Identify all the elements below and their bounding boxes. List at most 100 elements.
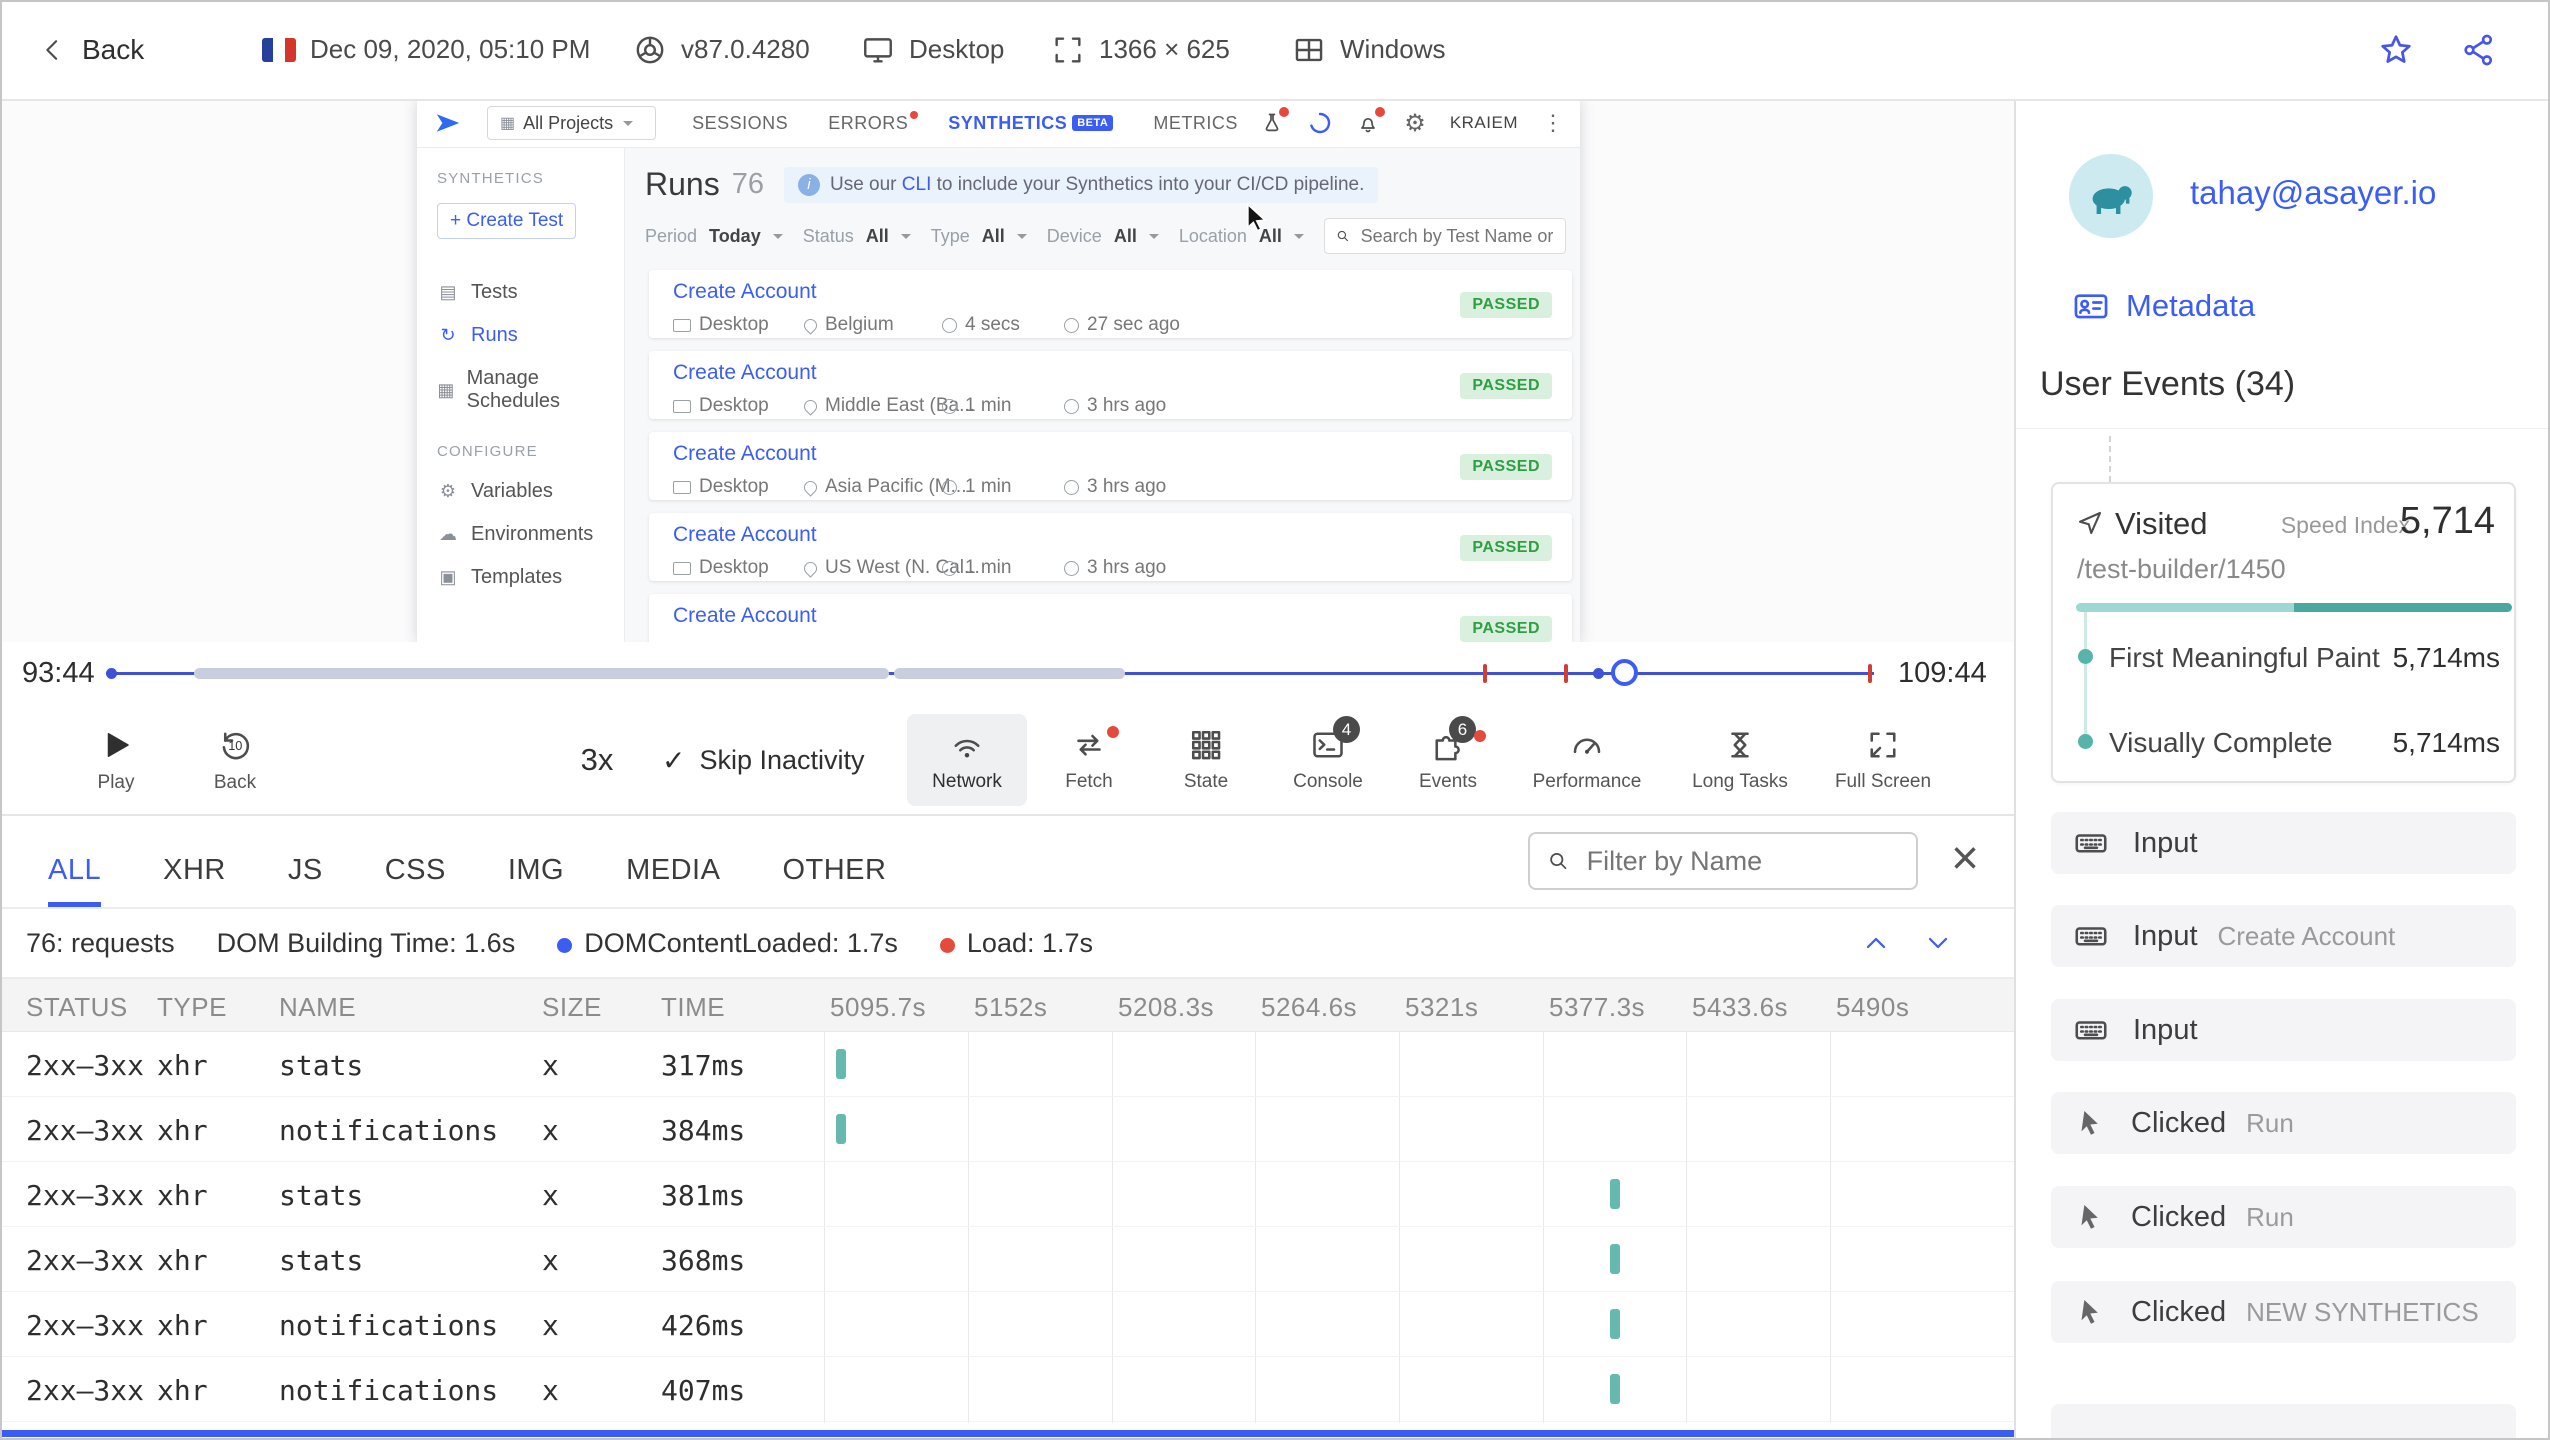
visited-label: Visited: [2115, 506, 2208, 541]
run-row[interactable]: Create Account Desktop Belgium 4 secs 27…: [649, 270, 1572, 338]
sidebar-item-templates[interactable]: ▣ Templates: [437, 566, 604, 589]
app-sidebar: SYNTHETICS + Create Test ▤ Tests ↻ Runs ▦ M…: [417, 148, 625, 642]
run-name-link[interactable]: Create Account: [673, 442, 1552, 466]
run-row[interactable]: Create Account Desktop Middle East (Ba..…: [649, 351, 1572, 419]
sidebar-item-environments[interactable]: ☁ Environments: [437, 523, 604, 546]
tab-all[interactable]: ALL: [48, 854, 102, 907]
tab-other[interactable]: OTHER: [782, 854, 886, 907]
timeline-error-marker[interactable]: [1483, 664, 1487, 683]
time-column-label: 5152s: [974, 992, 1048, 1022]
performance-tool-button[interactable]: Performance: [1517, 714, 1657, 806]
settings-gear-icon[interactable]: ⚙: [1404, 109, 1426, 138]
create-test-button[interactable]: + Create Test: [437, 203, 577, 239]
long-tasks-tool-button[interactable]: Long Tasks: [1670, 714, 1810, 806]
menu-metrics[interactable]: METRICS: [1153, 113, 1238, 134]
waterfall-bar: [1610, 1309, 1620, 1339]
app-navbar-right: ⚙ KRAIEM ⋮: [1260, 107, 1564, 138]
clicked-event-item[interactable]: Clicked Run: [2051, 1092, 2516, 1154]
user-menu[interactable]: KRAIEM: [1450, 113, 1518, 133]
menu-sessions[interactable]: SESSIONS: [692, 113, 788, 134]
input-event-item[interactable]: Input: [2051, 812, 2516, 874]
sidebar-item-variables[interactable]: ⚙ Variables: [437, 480, 604, 503]
back-ten-seconds-button[interactable]: 10 Back: [180, 714, 290, 806]
filter-device[interactable]: All: [1114, 226, 1137, 247]
state-tool-button[interactable]: State: [1146, 714, 1266, 806]
chevron-down-icon: [772, 234, 783, 244]
skip-inactivity-toggle[interactable]: ✓ Skip Inactivity: [662, 714, 865, 806]
plugins-button[interactable]: [1260, 107, 1290, 135]
clicked-event-item[interactable]: Clicked NEW SYNTHETICS: [2051, 1281, 2516, 1343]
sidebar-item-tests[interactable]: ▤ Tests: [437, 281, 604, 304]
metadata-button[interactable]: Metadata: [2072, 287, 2255, 325]
resolution-label: 1366 × 625: [1099, 34, 1230, 64]
network-request-row[interactable]: 2xx–3xx xhr stats x 368ms: [2, 1227, 2014, 1292]
close-panel-button[interactable]: ×: [1940, 830, 1990, 890]
request-type: xhr: [157, 1244, 208, 1277]
network-filter-input[interactable]: [1584, 844, 1900, 878]
menu-errors[interactable]: ERRORS: [828, 110, 919, 134]
run-name-link[interactable]: Create Account: [673, 361, 1552, 385]
sidebar-item-runs[interactable]: ↻ Runs: [437, 324, 604, 347]
input-event-item[interactable]: Input Create Account: [2051, 905, 2516, 967]
test-search-box[interactable]: [1323, 218, 1566, 254]
timeline-track[interactable]: [106, 659, 1874, 686]
notifications-button[interactable]: [1356, 107, 1386, 135]
run-row[interactable]: Create Account Desktop US West (N. Cal..…: [649, 513, 1572, 581]
events-tool-button[interactable]: Events 6: [1388, 714, 1508, 806]
timeline-playhead[interactable]: [1611, 659, 1638, 686]
menu-synthetics[interactable]: SYNTHETICS BETA: [948, 113, 1114, 134]
network-request-row[interactable]: 2xx–3xx xhr stats x 317ms: [2, 1032, 2014, 1097]
chevron-up-icon[interactable]: [1860, 927, 1892, 959]
list-item-partial[interactable]: [2051, 1404, 2516, 1438]
tab-css[interactable]: CSS: [385, 854, 446, 907]
timeline-error-marker[interactable]: [1564, 664, 1568, 683]
network-table-header: STATUS TYPE NAME SIZE TIME 5095.7s 5152s…: [2, 979, 2014, 1032]
console-tool-button[interactable]: Console 4: [1268, 714, 1388, 806]
run-ago: 3 hrs ago: [1064, 476, 1166, 498]
user-email-link[interactable]: tahay@asayer.io: [2190, 174, 2436, 212]
network-request-row[interactable]: 2xx–3xx xhr notifications x 384ms: [2, 1097, 2014, 1162]
chevron-down-icon[interactable]: [1922, 927, 1954, 959]
kebab-menu-icon[interactable]: ⋮: [1542, 110, 1564, 136]
visited-event-card[interactable]: Visited Speed Index 5,714 /test-builder/…: [2051, 482, 2516, 783]
network-filter-box[interactable]: [1528, 832, 1918, 890]
favorite-button[interactable]: [2377, 2, 2415, 97]
fetch-tool-button[interactable]: Fetch: [1029, 714, 1149, 806]
request-size: x: [542, 1374, 559, 1407]
share-button[interactable]: [2460, 2, 2498, 97]
request-name: notifications: [279, 1374, 499, 1407]
tab-media[interactable]: MEDIA: [626, 854, 720, 907]
play-button[interactable]: Play: [61, 714, 171, 806]
run-row[interactable]: Create Account Desktop Asia Pacific (M..…: [649, 432, 1572, 500]
tab-js[interactable]: JS: [288, 854, 323, 907]
speed-index-value: 5,714: [2399, 500, 2495, 542]
chevron-down-icon: [900, 234, 911, 244]
run-name-link[interactable]: Create Account: [673, 280, 1552, 304]
timeline-event-dot[interactable]: [1593, 668, 1604, 679]
full-screen-tool-button[interactable]: Full Screen: [1813, 714, 1953, 806]
back-button[interactable]: Back: [38, 2, 144, 97]
filter-status[interactable]: All: [866, 226, 889, 247]
network-request-row[interactable]: 2xx–3xx xhr stats x 381ms: [2, 1162, 2014, 1227]
request-name: stats: [279, 1179, 364, 1212]
run-row[interactable]: Create Account PASSED: [649, 594, 1572, 642]
run-name-link[interactable]: Create Account: [673, 523, 1552, 547]
clicked-event-item[interactable]: Clicked Run: [2051, 1186, 2516, 1248]
sidebar-item-manage-schedules[interactable]: ▦ Manage Schedules: [437, 367, 604, 413]
playback-speed-button[interactable]: 3x: [562, 714, 632, 806]
timeline-error-marker[interactable]: [1868, 664, 1872, 683]
clock-icon: [942, 317, 957, 333]
run-location: Belgium: [801, 314, 894, 336]
network-request-row[interactable]: 2xx–3xx xhr notifications x 426ms: [2, 1292, 2014, 1357]
tab-xhr[interactable]: XHR: [163, 854, 226, 907]
test-search-input[interactable]: [1358, 224, 1555, 248]
input-event-item[interactable]: Input: [2051, 999, 2516, 1061]
cli-link[interactable]: CLI: [902, 174, 932, 195]
network-tool-button[interactable]: Network: [907, 714, 1027, 806]
network-request-row[interactable]: 2xx–3xx xhr notifications x 407ms: [2, 1357, 2014, 1422]
filter-period[interactable]: Today: [709, 226, 761, 247]
project-selector[interactable]: ▦ All Projects: [487, 106, 657, 140]
tab-img[interactable]: IMG: [508, 854, 564, 907]
filter-type[interactable]: All: [982, 226, 1005, 247]
run-name-link[interactable]: Create Account: [673, 604, 1552, 628]
